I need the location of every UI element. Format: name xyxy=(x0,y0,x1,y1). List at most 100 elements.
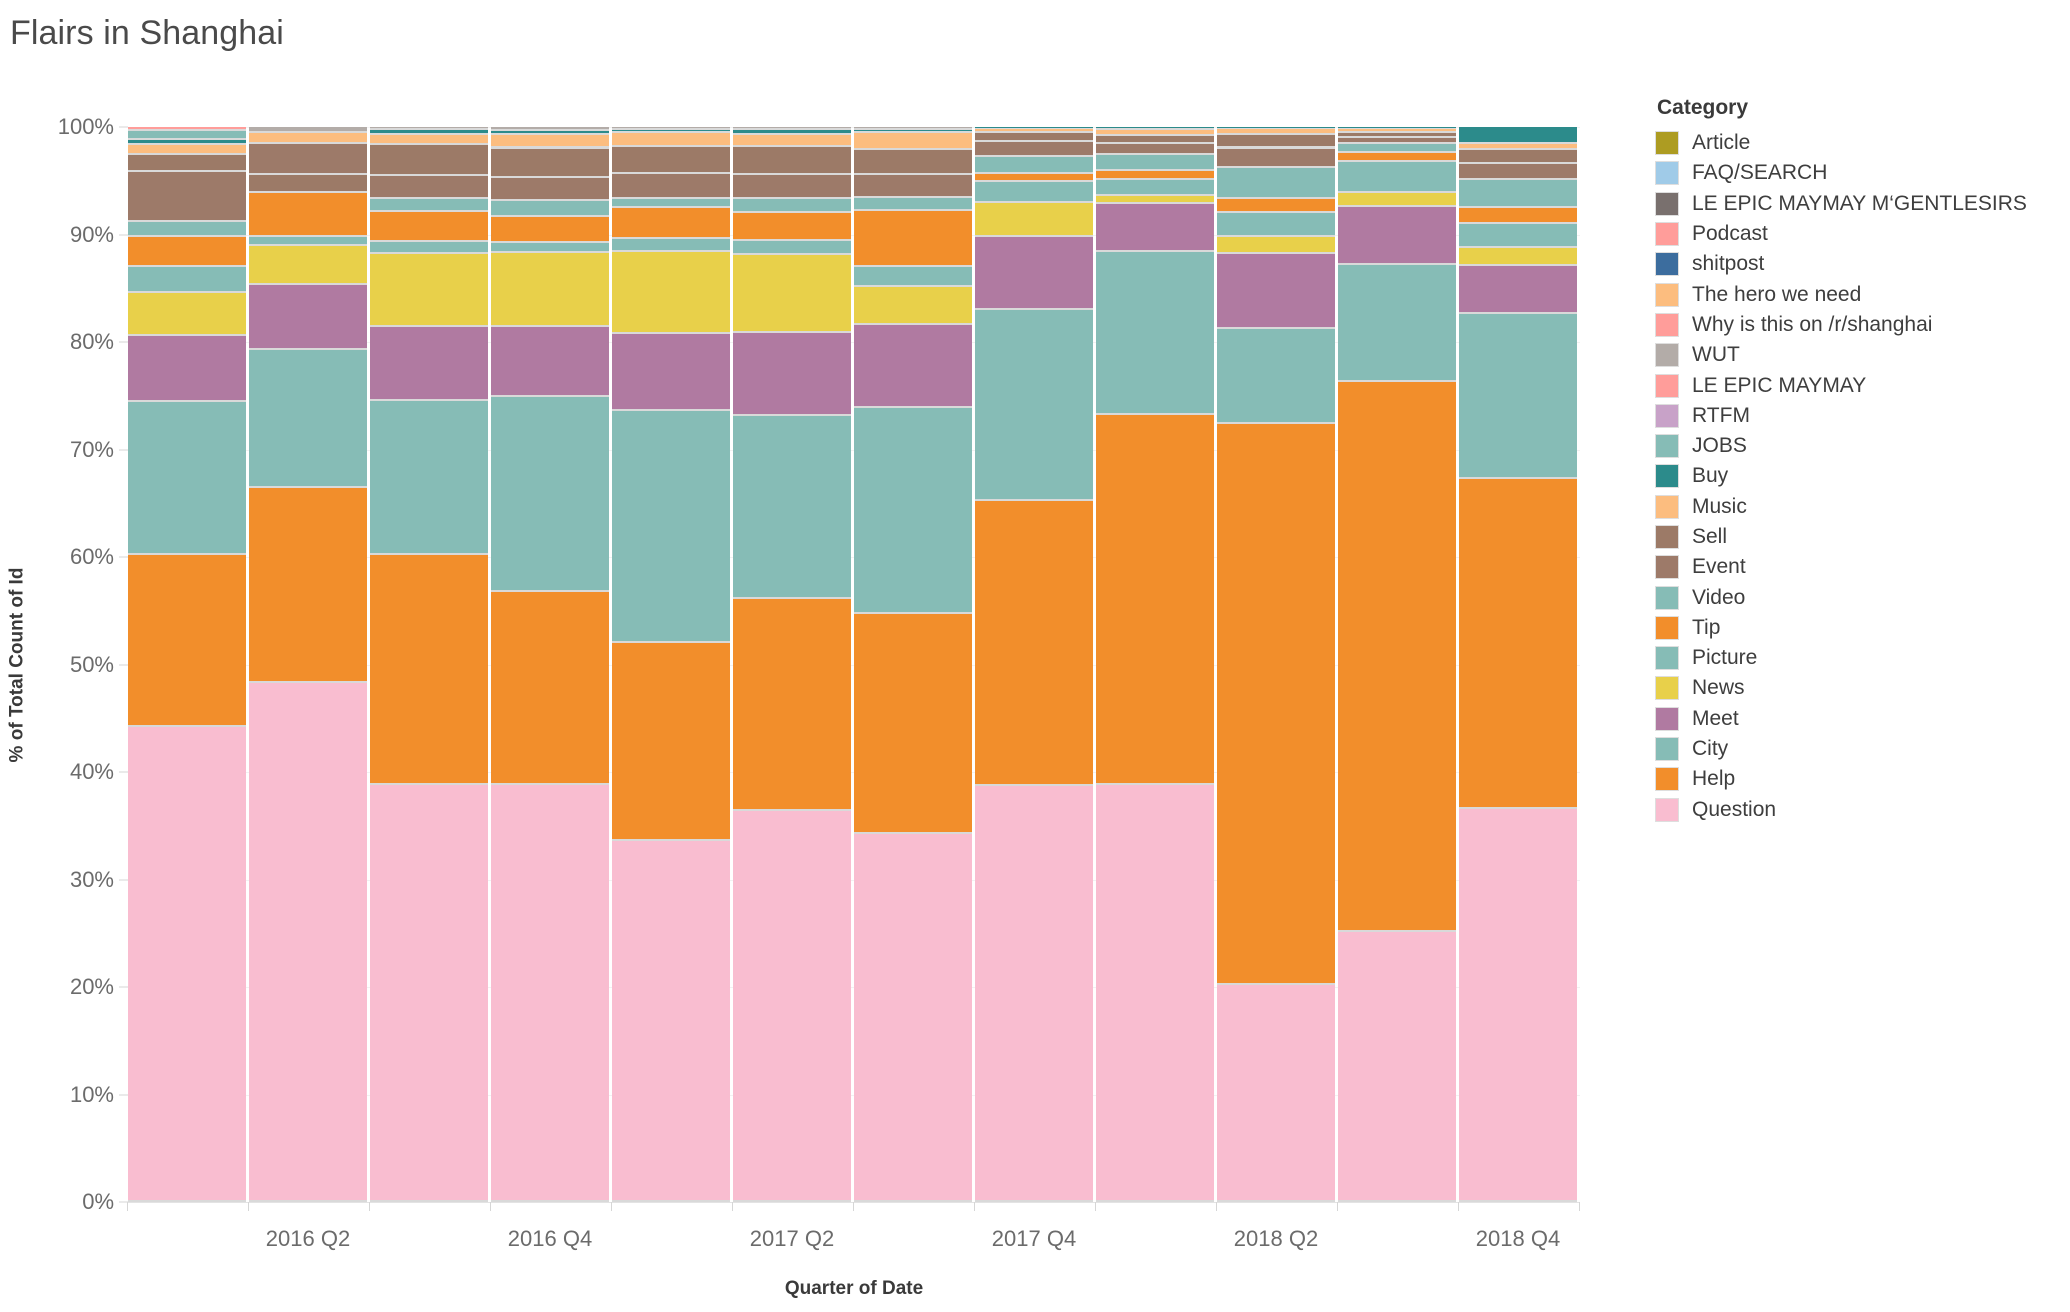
bar-column[interactable] xyxy=(1338,127,1456,1202)
bar-segment[interactable] xyxy=(1217,253,1335,328)
legend-item[interactable]: Sell xyxy=(1655,522,2055,552)
bar-segment[interactable] xyxy=(249,682,367,1200)
bar-segment[interactable] xyxy=(854,149,972,174)
legend-item[interactable]: shitpost xyxy=(1655,249,2055,279)
bar-segment[interactable] xyxy=(1096,784,1214,1200)
bar-segment[interactable] xyxy=(491,177,609,200)
bar-segment[interactable] xyxy=(1217,129,1335,133)
bar-segment[interactable] xyxy=(733,240,851,253)
bar-segment[interactable] xyxy=(975,174,1093,180)
bar-segment[interactable] xyxy=(854,127,972,129)
legend-item[interactable]: Tip xyxy=(1655,613,2055,643)
bar-segment[interactable] xyxy=(1096,251,1214,414)
bar-segment[interactable] xyxy=(1217,127,1335,129)
bar-segment[interactable] xyxy=(1338,129,1456,132)
bar-segment[interactable] xyxy=(1096,127,1214,129)
bar-segment[interactable] xyxy=(1459,248,1577,264)
legend-item[interactable]: Meet xyxy=(1655,704,2055,734)
legend-item[interactable]: Podcast xyxy=(1655,219,2055,249)
bar-segment[interactable] xyxy=(854,130,972,132)
bar-segment[interactable] xyxy=(491,201,609,216)
bar-segment[interactable] xyxy=(733,598,851,809)
bar-segment[interactable] xyxy=(1217,213,1335,235)
bar-segment[interactable] xyxy=(733,416,851,597)
bar-segment[interactable] xyxy=(975,785,1093,1200)
bar-segment[interactable] xyxy=(612,410,730,641)
legend-item[interactable]: Why is this on /r/shanghai xyxy=(1655,310,2055,340)
bar-segment[interactable] xyxy=(249,246,367,283)
bar-segment[interactable] xyxy=(128,554,246,725)
bar-column[interactable] xyxy=(1096,127,1214,1202)
bar-segment[interactable] xyxy=(612,840,730,1200)
bar-segment[interactable] xyxy=(975,501,1093,784)
bar-segment[interactable] xyxy=(1459,265,1577,313)
legend-item[interactable]: Picture xyxy=(1655,643,2055,673)
bar-segment[interactable] xyxy=(1096,195,1214,203)
bar-segment[interactable] xyxy=(975,129,1093,132)
bar-segment[interactable] xyxy=(1459,314,1577,477)
bar-segment[interactable] xyxy=(128,402,246,553)
bar-segment[interactable] xyxy=(491,252,609,325)
bar-segment[interactable] xyxy=(491,131,609,133)
bar-segment[interactable] xyxy=(249,175,367,191)
bar-segment[interactable] xyxy=(1217,199,1335,211)
bar-segment[interactable] xyxy=(1459,223,1577,247)
bar-segment[interactable] xyxy=(1338,127,1456,129)
bar-segment[interactable] xyxy=(249,127,367,132)
bar-segment[interactable] xyxy=(854,175,972,196)
bar-segment[interactable] xyxy=(854,266,972,286)
bar-segment[interactable] xyxy=(1338,137,1456,143)
bar-segment[interactable] xyxy=(1217,134,1335,147)
bar-segment[interactable] xyxy=(370,242,488,252)
bar-segment[interactable] xyxy=(975,181,1093,202)
bar-segment[interactable] xyxy=(1338,144,1456,151)
bar-segment[interactable] xyxy=(1096,154,1214,170)
legend-item[interactable]: Article xyxy=(1655,128,2055,158)
bar-segment[interactable] xyxy=(1096,179,1214,194)
bar-segment[interactable] xyxy=(370,253,488,325)
bar-segment[interactable] xyxy=(1338,264,1456,380)
bar-segment[interactable] xyxy=(1459,163,1577,178)
bar-segment[interactable] xyxy=(1096,135,1214,143)
legend-item[interactable]: City xyxy=(1655,734,2055,764)
bar-column[interactable] xyxy=(249,127,367,1202)
bar-segment[interactable] xyxy=(128,145,246,153)
bar-segment[interactable] xyxy=(1459,808,1577,1200)
bar-segment[interactable] xyxy=(612,174,730,198)
bar-segment[interactable] xyxy=(612,207,730,237)
bar-segment[interactable] xyxy=(128,127,246,130)
legend-item[interactable]: News xyxy=(1655,673,2055,703)
bar-segment[interactable] xyxy=(249,285,367,348)
bar-segment[interactable] xyxy=(1338,162,1456,191)
legend-item[interactable]: Question xyxy=(1655,795,2055,825)
bar-segment[interactable] xyxy=(612,127,730,129)
bar-segment[interactable] xyxy=(128,292,246,334)
legend-item[interactable]: Video xyxy=(1655,582,2055,612)
bar-segment[interactable] xyxy=(975,142,1093,156)
bar-segment[interactable] xyxy=(612,147,730,173)
bar-segment[interactable] xyxy=(491,326,609,395)
bar-segment[interactable] xyxy=(1338,152,1456,161)
bar-segment[interactable] xyxy=(370,554,488,783)
bar-segment[interactable] xyxy=(1096,130,1214,134)
bar-segment[interactable] xyxy=(733,199,851,211)
bar-segment[interactable] xyxy=(128,221,246,235)
bar-segment[interactable] xyxy=(1338,381,1456,931)
bar-segment[interactable] xyxy=(975,236,1093,308)
bar-segment[interactable] xyxy=(128,139,246,144)
bar-segment[interactable] xyxy=(370,127,488,129)
bar-segment[interactable] xyxy=(733,127,851,129)
legend-item[interactable]: JOBS xyxy=(1655,431,2055,461)
bar-segment[interactable] xyxy=(1459,127,1577,143)
bar-column[interactable] xyxy=(612,127,730,1202)
bar-column[interactable] xyxy=(370,127,488,1202)
bar-segment[interactable] xyxy=(491,396,609,591)
bar-segment[interactable] xyxy=(1459,179,1577,206)
bar-segment[interactable] xyxy=(612,643,730,839)
bar-segment[interactable] xyxy=(249,349,367,487)
bar-segment[interactable] xyxy=(128,236,246,265)
bar-segment[interactable] xyxy=(854,197,972,209)
legend-item[interactable]: WUT xyxy=(1655,340,2055,370)
bar-segment[interactable] xyxy=(1217,167,1335,198)
bar-segment[interactable] xyxy=(975,309,1093,500)
